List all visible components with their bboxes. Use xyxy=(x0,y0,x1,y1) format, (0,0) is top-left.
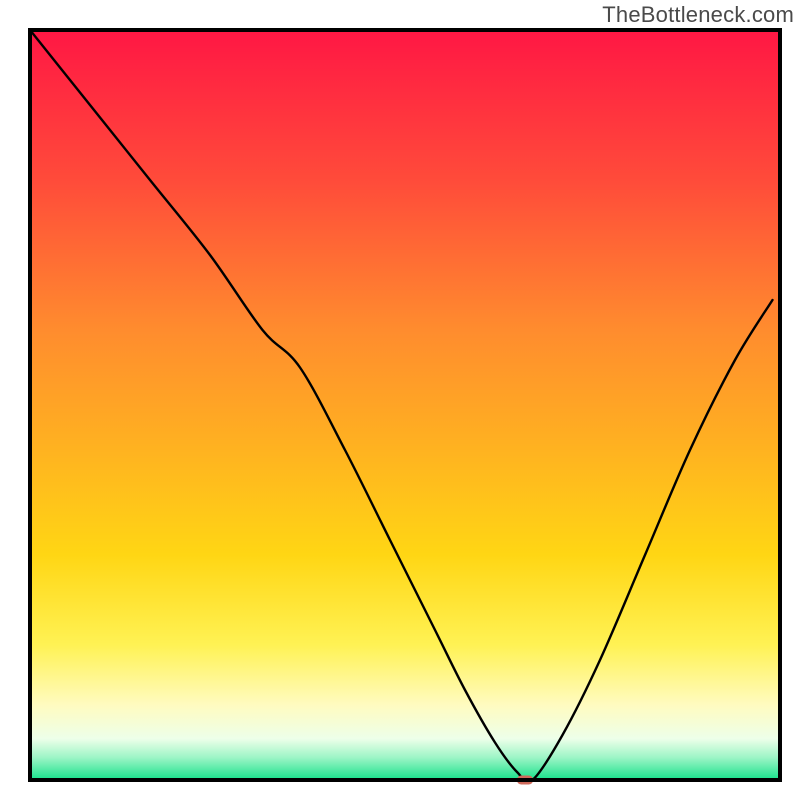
gradient-fill-area xyxy=(30,30,780,780)
chart-frame: TheBottleneck.com xyxy=(0,0,800,800)
watermark-text: TheBottleneck.com xyxy=(602,2,794,28)
bottleneck-chart xyxy=(0,0,800,800)
